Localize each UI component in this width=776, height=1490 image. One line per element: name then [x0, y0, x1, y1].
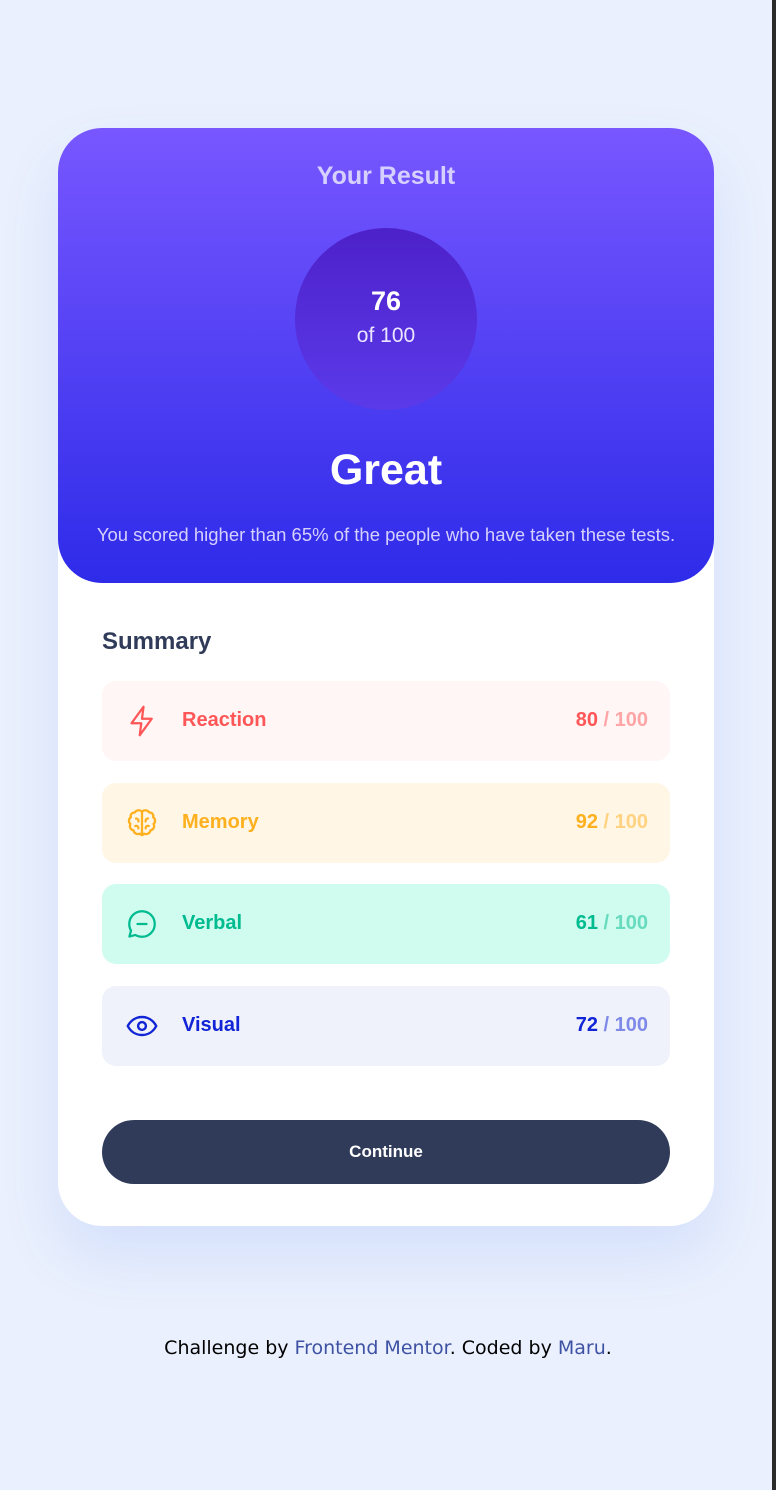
summary-label: Verbal [182, 912, 243, 934]
score-total: of 100 [356, 324, 416, 347]
footer-attribution: Challenge by Frontend Mentor. Coded by M… [0, 1337, 776, 1359]
summary-label: Memory [182, 811, 259, 833]
footer-prefix: Challenge by [164, 1337, 295, 1359]
summary-item-verbal: Verbal 61 / 100 [102, 884, 670, 964]
score-number: 61 [575, 912, 598, 934]
summary-label: Reaction [182, 709, 267, 731]
footer-suffix: . [605, 1337, 612, 1359]
summary-score: 80 / 100 [576, 709, 648, 732]
frontend-mentor-link[interactable]: Frontend Mentor [295, 1337, 450, 1359]
result-panel: Your Result 76 of 100 Great You scored h… [58, 128, 714, 583]
result-title: Your Result [316, 162, 456, 190]
summary-score: 61 / 100 [576, 912, 648, 935]
brain-icon [124, 805, 160, 841]
summary-item-visual: Visual 72 / 100 [102, 986, 670, 1066]
continue-button[interactable]: Continue [102, 1120, 670, 1184]
summary-score: 92 / 100 [576, 811, 648, 834]
result-description: You scored higher than 65% of the people… [96, 524, 676, 545]
score-number: 92 [575, 811, 598, 833]
score-number: 80 [575, 709, 598, 731]
score-max: / 100 [597, 1014, 649, 1036]
summary-item-memory: Memory 92 / 100 [102, 783, 670, 863]
score-max: / 100 [597, 912, 649, 934]
score-value: 76 [370, 286, 402, 316]
results-card: Your Result 76 of 100 Great You scored h… [58, 128, 714, 1226]
lightning-icon [124, 703, 160, 739]
summary-title: Summary [102, 628, 212, 655]
score-circle: 76 of 100 [295, 228, 477, 410]
rating-title: Great [329, 446, 443, 494]
footer-middle: . Coded by [449, 1337, 558, 1359]
score-number: 72 [575, 1014, 598, 1036]
author-link[interactable]: Maru [558, 1337, 606, 1359]
chat-bubble-icon [124, 906, 160, 942]
score-max: / 100 [597, 709, 649, 731]
eye-icon [124, 1008, 160, 1044]
summary-label: Visual [182, 1014, 241, 1036]
summary-score: 72 / 100 [576, 1014, 648, 1037]
score-max: / 100 [597, 811, 649, 833]
summary-item-reaction: Reaction 80 / 100 [102, 681, 670, 761]
scrollbar[interactable] [772, 0, 776, 1490]
